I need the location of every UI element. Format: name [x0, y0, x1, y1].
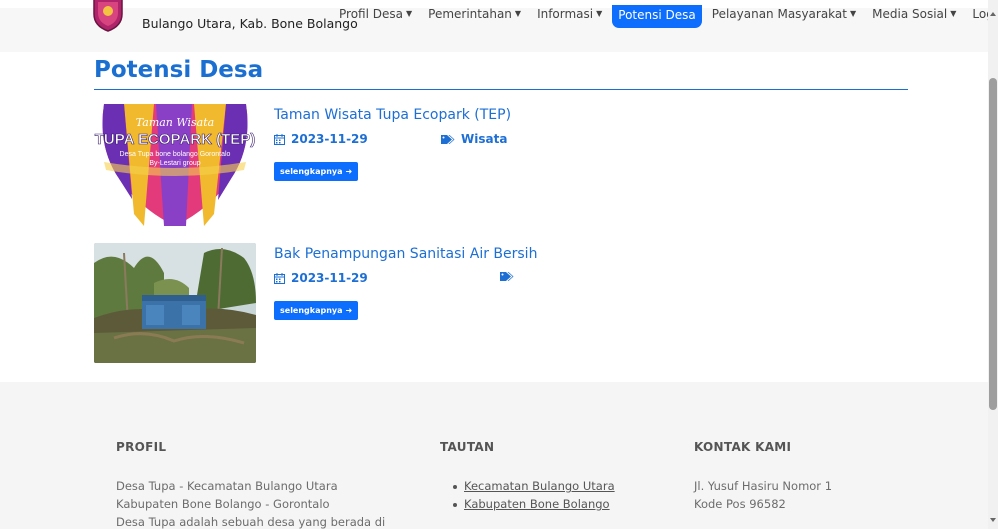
- tag-icon: [500, 272, 514, 281]
- arrow-right-icon: ➜: [345, 306, 353, 315]
- main-nav: Profil Desa ▼ Pemerintahan ▼ Informasi ▼ Po…: [331, 5, 988, 28]
- nav-potensi-desa[interactable]: Potensi Desa: [612, 5, 702, 28]
- page-title: Potensi Desa: [94, 57, 264, 83]
- footer-link-list: Kecamatan Bulango Utara Kabupaten Bone B…: [440, 477, 615, 513]
- nav-informasi[interactable]: Informasi ▼: [529, 5, 610, 23]
- footer-heading: PROFIL: [116, 440, 167, 454]
- footer-profil: PROFIL Desa Tupa - Kecamatan Bulango Uta…: [116, 440, 385, 529]
- item-thumbnail-bak[interactable]: [94, 243, 256, 363]
- page: Bulango Utara, Kab. Bone Bolango Profil …: [0, 0, 988, 529]
- nav-label: Pelayanan Masyarakat: [711, 7, 847, 21]
- selengkapnya-button[interactable]: selengkapnya ➜: [274, 301, 359, 320]
- scrollbar-thumb[interactable]: [989, 78, 997, 410]
- nav-profil-desa[interactable]: Profil Desa ▼: [331, 5, 420, 23]
- nav-label: Login: [972, 7, 988, 21]
- footer-link-kabupaten[interactable]: Kabupaten Bone Bolango: [464, 497, 610, 511]
- brand-text[interactable]: Bulango Utara, Kab. Bone Bolango: [142, 16, 358, 31]
- item-thumbnail-ecopark[interactable]: Taman Wisata TUPA ECOPARK (TEP) Desa Tup…: [94, 104, 256, 226]
- caret-down-icon: ▼: [849, 9, 857, 18]
- caret-down-icon: ▼: [514, 9, 522, 18]
- footer-text: Desa Tupa - Kecamatan Bulango Utara: [116, 479, 338, 493]
- scroll-up-icon[interactable]: [990, 12, 996, 16]
- item-title-link[interactable]: Taman Wisata Tupa Ecopark (TEP): [274, 107, 511, 123]
- vertical-scrollbar[interactable]: [988, 0, 998, 529]
- caret-down-icon: ▼: [596, 9, 603, 18]
- footer-heading: TAUTAN: [440, 440, 495, 454]
- thumb-sub-text: By-Lestari group: [149, 160, 200, 167]
- footer-kontak: KONTAK KAMI Jl. Yusuf Hasiru Nomor 1 Kod…: [694, 440, 832, 513]
- calendar-icon: [274, 133, 285, 145]
- thumb-script-text: Taman Wisata: [136, 116, 214, 129]
- tag-icon: [441, 134, 455, 144]
- nav-label: Informasi: [537, 7, 594, 21]
- calendar-icon: [274, 272, 285, 284]
- nav-pemerintahan[interactable]: Pemerintahan ▼: [420, 5, 529, 23]
- nav-label: Profil Desa: [339, 7, 403, 21]
- item-date: 2023-11-29: [274, 271, 368, 285]
- button-label: selengkapnya: [280, 306, 343, 315]
- footer-text: Kode Pos 96582: [694, 497, 786, 511]
- navbar: Bulango Utara, Kab. Bone Bolango Profil …: [0, 0, 988, 52]
- footer-link-item: Kecamatan Bulango Utara: [453, 477, 615, 495]
- nav-label: Pemerintahan: [428, 7, 512, 21]
- footer-text: Kabupaten Bone Bolango - Gorontalo: [116, 497, 330, 511]
- thumb-headline-text: TUPA ECOPARK (TEP): [95, 131, 256, 148]
- item-date-text: 2023-11-29: [291, 132, 368, 146]
- village-logo-icon[interactable]: [92, 0, 124, 32]
- footer-link-kecamatan[interactable]: Kecamatan Bulango Utara: [464, 479, 615, 493]
- thumb-sub-text: Desa Tupa bone bolango Gorontalo: [120, 151, 231, 158]
- title-divider: [94, 89, 908, 90]
- potensi-item: Bak Penampungan Sanitasi Air Bersih 2023…: [94, 243, 794, 363]
- caret-down-icon: ▼: [405, 9, 413, 18]
- footer-text: Jl. Yusuf Hasiru Nomor 1: [694, 479, 833, 493]
- selengkapnya-button[interactable]: selengkapnya ➜: [274, 162, 359, 181]
- footer-text: Desa Tupa adalah sebuah desa yang berada…: [116, 515, 386, 529]
- footer-link-item: Kabupaten Bone Bolango: [453, 495, 615, 513]
- footer-heading: KONTAK KAMI: [694, 440, 792, 454]
- nav-label: Potensi Desa: [618, 8, 696, 22]
- item-date-text: 2023-11-29: [291, 271, 368, 285]
- nav-login[interactable]: Login: [964, 5, 988, 23]
- button-label: selengkapnya: [280, 167, 343, 176]
- footer-tautan: TAUTAN Kecamatan Bulango Utara Kabupaten…: [440, 440, 615, 513]
- scroll-down-icon[interactable]: [990, 518, 996, 522]
- nav-pelayanan-masyarakat[interactable]: Pelayanan Masyarakat ▼: [704, 5, 864, 23]
- item-title-link[interactable]: Bak Penampungan Sanitasi Air Bersih: [274, 246, 537, 262]
- item-date: 2023-11-29: [274, 132, 368, 146]
- item-category[interactable]: Wisata: [441, 132, 507, 146]
- potensi-item: Taman Wisata TUPA ECOPARK (TEP) Desa Tup…: [94, 104, 794, 226]
- nav-label: Media Sosial: [872, 7, 948, 21]
- item-category[interactable]: [500, 271, 520, 282]
- caret-down-icon: ▼: [950, 9, 957, 18]
- item-category-text: Wisata: [461, 132, 508, 146]
- arrow-right-icon: ➜: [345, 167, 353, 176]
- nav-media-sosial[interactable]: Media Sosial ▼: [864, 5, 964, 23]
